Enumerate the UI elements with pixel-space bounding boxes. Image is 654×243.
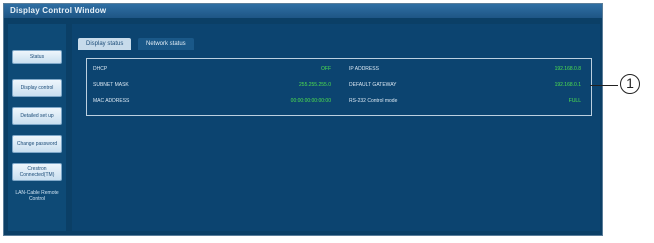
status-row: MAC ADDRESS 00:00:00:00:00:00	[93, 95, 331, 107]
status-row: SUBNET MASK 255.255.255.0	[93, 79, 331, 91]
default-gateway-label: DEFAULT GATEWAY	[349, 82, 397, 88]
callout-number: 1	[620, 74, 640, 94]
crestron-connected-button[interactable]: Crestron Connected(TM)	[12, 163, 62, 181]
change-password-button[interactable]: Change password	[12, 135, 62, 153]
subnet-mask-label: SUBNET MASK	[93, 82, 129, 88]
dhcp-label: DHCP	[93, 66, 108, 72]
mac-address-label: MAC ADDRESS	[93, 98, 130, 104]
rs232-control-mode-label: RS-232 Control mode	[349, 98, 398, 104]
window-title: Display Control Window	[4, 4, 602, 18]
display-control-button[interactable]: Display control	[12, 79, 62, 97]
callout-leader-line	[590, 85, 618, 86]
lan-cable-remote-control-link[interactable]: LAN-Cable Remote Control	[12, 190, 62, 202]
subnet-mask-value: 255.255.255.0	[299, 82, 331, 88]
tab-display-status[interactable]: Display status	[78, 38, 132, 50]
status-row: IP ADDRESS 192.168.0.8	[349, 63, 581, 75]
detailed-setup-button[interactable]: Detailed set up	[12, 107, 62, 125]
mac-address-value: 00:00:00:00:00:00	[290, 98, 331, 104]
status-row: DEFAULT GATEWAY 192.168.0.1	[349, 79, 581, 91]
rs232-control-mode-value: FULL	[568, 98, 581, 104]
sidebar: Status Display control Detailed set up C…	[8, 24, 66, 231]
status-row: DHCP OFF	[93, 63, 331, 75]
status-button[interactable]: Status	[12, 50, 62, 64]
ip-address-label: IP ADDRESS	[349, 66, 379, 72]
default-gateway-value: 192.168.0.1	[554, 82, 581, 88]
ip-address-value: 192.168.0.8	[554, 66, 581, 72]
status-row: RS-232 Control mode FULL	[349, 95, 581, 107]
network-status-panel: DHCP OFF SUBNET MASK 255.255.255.0 MAC A…	[86, 58, 592, 116]
main-content: Display status Network status DHCP OFF S…	[72, 24, 600, 231]
display-control-window: Display Control Window Status Display co…	[3, 3, 603, 236]
dhcp-value: OFF	[321, 66, 331, 72]
tab-network-status[interactable]: Network status	[138, 38, 194, 50]
